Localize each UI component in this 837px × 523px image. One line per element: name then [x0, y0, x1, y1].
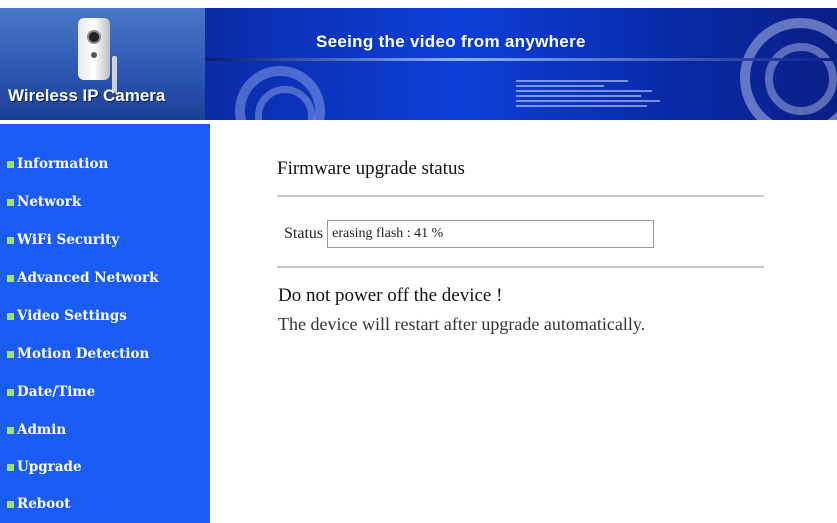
- header-tagline: Seeing the video from anywhere: [316, 32, 586, 51]
- camera-sensor-icon: [91, 52, 97, 58]
- banner-divider: [205, 58, 837, 61]
- sidebar: Information Network WiFi Security Advanc…: [0, 124, 210, 523]
- sidebar-item-wifi-security[interactable]: WiFi Security: [0, 228, 210, 252]
- bullet-icon: [7, 426, 14, 434]
- sidebar-item-label: Upgrade: [17, 459, 82, 475]
- sidebar-item-admin[interactable]: Admin: [0, 418, 210, 442]
- decorative-swirl: [765, 43, 837, 115]
- warning-text: The device will restart after upgrade au…: [278, 314, 646, 334]
- status-row: Status erasing flash : 41 %: [284, 220, 655, 248]
- warning-title: Do not power off the device !: [278, 285, 503, 306]
- sidebar-item-video-settings[interactable]: Video Settings: [0, 304, 210, 328]
- status-label: Status: [284, 225, 324, 242]
- sidebar-item-label: Advanced Network: [17, 270, 159, 286]
- sidebar-item-label: WiFi Security: [17, 232, 120, 248]
- bullet-icon: [7, 388, 14, 396]
- sidebar-item-label: Video Settings: [17, 308, 127, 324]
- sidebar-item-label: Date/Time: [17, 384, 96, 400]
- bullet-icon: [7, 274, 14, 282]
- sidebar-item-information[interactable]: Information: [0, 152, 210, 176]
- sidebar-item-date-time[interactable]: Date/Time: [0, 380, 210, 404]
- sidebar-item-advanced-network[interactable]: Advanced Network: [0, 266, 210, 290]
- bullet-icon: [7, 350, 14, 358]
- camera-icon: [78, 18, 110, 80]
- sidebar-item-motion-detection[interactable]: Motion Detection: [0, 342, 210, 366]
- bullet-icon: [7, 312, 14, 320]
- bullet-icon: [7, 236, 14, 244]
- sidebar-item-label: Network: [17, 194, 82, 210]
- sidebar-item-label: Admin: [17, 422, 67, 438]
- bullet-icon: [7, 500, 14, 508]
- sidebar-item-network[interactable]: Network: [0, 190, 210, 214]
- page-title: Firmware upgrade status: [277, 158, 465, 179]
- divider: [277, 266, 764, 268]
- sidebar-item-label: Information: [17, 156, 109, 172]
- sidebar-item-label: Reboot: [17, 496, 71, 512]
- bullet-icon: [7, 463, 14, 471]
- header-banner: Wireless IP Camera Seeing the video from…: [0, 8, 837, 120]
- divider: [277, 195, 764, 197]
- camera-lens-icon: [87, 30, 101, 44]
- sidebar-item-label: Motion Detection: [17, 346, 150, 362]
- sidebar-item-reboot[interactable]: Reboot: [0, 492, 210, 516]
- sidebar-item-upgrade[interactable]: Upgrade: [0, 455, 210, 479]
- bullet-icon: [7, 160, 14, 168]
- status-field: erasing flash : 41 %: [327, 220, 655, 248]
- bullet-icon: [7, 198, 14, 206]
- banner-fineprint: [516, 80, 676, 110]
- logo-text: Wireless IP Camera: [8, 86, 166, 105]
